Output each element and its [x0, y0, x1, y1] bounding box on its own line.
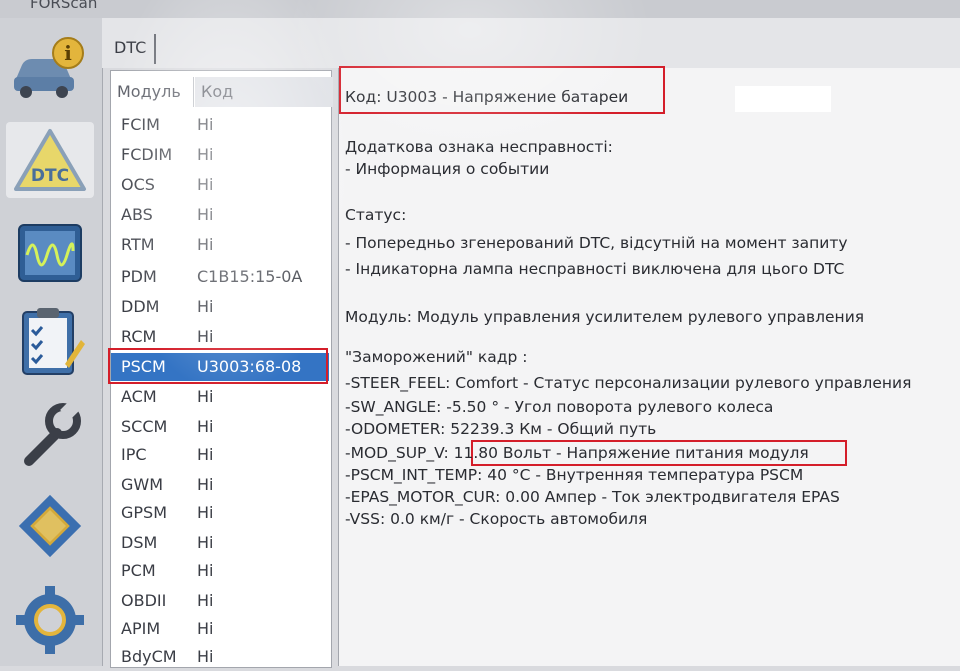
- table-row[interactable]: APIM Hi: [111, 615, 329, 643]
- module-list-header: Модуль Код: [111, 73, 333, 109]
- module-code: Hi: [197, 327, 214, 346]
- status-title: Статус:: [345, 206, 407, 224]
- module-name: OBDII: [121, 591, 167, 610]
- status-item: - Попередньо згенерований DTC, відсутній…: [345, 234, 848, 252]
- freeze-frame-line: -EPAS_MOTOR_CUR: 0.00 Ампер - Ток электр…: [345, 488, 840, 506]
- module-code: Hi: [197, 175, 214, 194]
- extra-info-item: - Информация о событии: [345, 160, 550, 178]
- module-name: SCCM: [121, 417, 168, 436]
- module-code: Hi: [197, 115, 214, 134]
- table-row[interactable]: BdyCM Hi: [111, 643, 329, 671]
- table-row[interactable]: RCM Hi: [111, 323, 329, 351]
- tab-dtc[interactable]: DTC: [114, 34, 157, 64]
- table-row[interactable]: PCM Hi: [111, 557, 329, 585]
- freeze-frame-title: "Заморожений" кадр :: [345, 348, 528, 366]
- module-name: RCM: [121, 327, 157, 346]
- checklist-icon: [22, 308, 85, 375]
- module-name: DDM: [121, 297, 160, 316]
- sidebar: i DTC: [0, 18, 103, 666]
- freeze-frame-line: -VSS: 0.0 км/г - Скорость автомобиля: [345, 510, 648, 528]
- table-row[interactable]: DDM Hi: [111, 293, 329, 321]
- module-code: Hi: [197, 591, 214, 610]
- table-row[interactable]: ABS Hi: [111, 201, 329, 229]
- module-code: Hi: [197, 475, 214, 494]
- table-row[interactable]: PDM C1B15:15-0A: [111, 263, 329, 291]
- module-code: Hi: [197, 145, 214, 164]
- module-code: Hi: [197, 205, 214, 224]
- sidebar-item-vehicle-info[interactable]: i: [6, 30, 94, 106]
- supply-voltage-value: 11.80 Вольт - Напряжение питания модуля: [453, 444, 809, 462]
- module-code: C1B15:15-0A: [197, 267, 303, 286]
- module-name: ABS: [121, 205, 153, 224]
- column-header-module[interactable]: Модуль: [117, 77, 194, 107]
- freeze-frame-line: -STEER_FEEL: Comfort - Статус персонализ…: [345, 374, 912, 392]
- module-name: GPSM: [121, 503, 168, 522]
- freeze-frame-line-mod-sup-v: -MOD_SUP_V: 11.80 Вольт - Напряжение пит…: [345, 444, 809, 462]
- freeze-frame-line: -ODOMETER: 52239.3 Км - Общий путь: [345, 420, 657, 438]
- table-row[interactable]: GWM Hi: [111, 471, 329, 499]
- module-code: Hi: [197, 503, 214, 522]
- oscilloscope-icon: [18, 224, 82, 282]
- module-name: ACM: [121, 387, 157, 406]
- sidebar-item-configuration[interactable]: [6, 488, 94, 564]
- dtc-code-line: Код: U3003 - Напряжение батареи: [345, 88, 629, 106]
- module-code: Hi: [197, 297, 214, 316]
- freeze-frame-line: -PSCM_INT_TEMP: 40 °C - Внутренняя темпе…: [345, 466, 804, 484]
- sidebar-item-dtc[interactable]: DTC: [6, 122, 94, 198]
- module-code: Hi: [197, 235, 214, 254]
- table-row[interactable]: IPC Hi: [111, 441, 329, 469]
- module-name: FCDIM: [121, 145, 173, 164]
- table-row[interactable]: FCDIM Hi: [111, 141, 329, 169]
- dtc-warning-icon: DTC: [14, 129, 86, 191]
- gear-icon: [16, 586, 84, 654]
- table-row[interactable]: ACM Hi: [111, 383, 329, 411]
- module-code: Hi: [197, 619, 214, 638]
- module-name: DSM: [121, 533, 158, 552]
- module-code: Hi: [197, 445, 214, 464]
- freeze-frame-line: -SW_ANGLE: -5.50 ° - Угол поворота рулев…: [345, 398, 774, 416]
- module-code: Hi: [197, 417, 214, 436]
- module-name: APIM: [121, 619, 161, 638]
- module-name: GWM: [121, 475, 164, 494]
- selection-highlight-box: [108, 348, 328, 384]
- table-row[interactable]: DSM Hi: [111, 529, 329, 557]
- table-row[interactable]: SCCM Hi: [111, 413, 329, 441]
- sidebar-item-oscilloscope[interactable]: [6, 216, 94, 292]
- module-code: Hi: [197, 561, 214, 580]
- freeze-frame-key: -MOD_SUP_V:: [345, 444, 454, 462]
- module-name: BdyCM: [121, 647, 177, 666]
- module-name: OCS: [121, 175, 155, 194]
- module-line: Модуль: Модуль управления усилителем рул…: [345, 308, 865, 326]
- sidebar-item-settings[interactable]: [6, 582, 94, 658]
- module-name: PDM: [121, 267, 157, 286]
- table-row[interactable]: OCS Hi: [111, 171, 329, 199]
- column-header-code[interactable]: Код: [195, 77, 333, 107]
- module-name: PCM: [121, 561, 156, 580]
- module-name: FCIM: [121, 115, 160, 134]
- tab-strip: DTC: [102, 18, 960, 68]
- table-row[interactable]: OBDII Hi: [111, 587, 329, 615]
- sidebar-item-service[interactable]: [6, 396, 94, 472]
- extra-info-title: Додаткова ознака несправності:: [345, 138, 613, 156]
- module-code: Hi: [197, 387, 214, 406]
- table-row[interactable]: FCIM Hi: [111, 111, 329, 139]
- dtc-details-panel: Код: U3003 - Напряжение батареи Додатков…: [338, 66, 960, 666]
- svg-text:i: i: [64, 41, 72, 65]
- table-row[interactable]: RTM Hi: [111, 231, 329, 259]
- sidebar-item-tests[interactable]: [6, 304, 94, 380]
- app-title: FORScan: [30, 0, 98, 12]
- table-row[interactable]: GPSM Hi: [111, 499, 329, 527]
- module-code: Hi: [197, 647, 214, 666]
- module-code: Hi: [197, 533, 214, 552]
- dtc-icon-label: DTC: [31, 166, 69, 186]
- wrench-icon: [24, 400, 81, 466]
- status-item: - Індикаторна лампа несправності виключе…: [345, 260, 845, 278]
- title-bar: FORScan: [0, 0, 960, 18]
- chip-icon: [18, 494, 82, 558]
- module-name: IPC: [121, 445, 147, 464]
- module-name: RTM: [121, 235, 155, 254]
- redacted-area: [735, 86, 831, 112]
- car-info-icon: i: [14, 37, 84, 98]
